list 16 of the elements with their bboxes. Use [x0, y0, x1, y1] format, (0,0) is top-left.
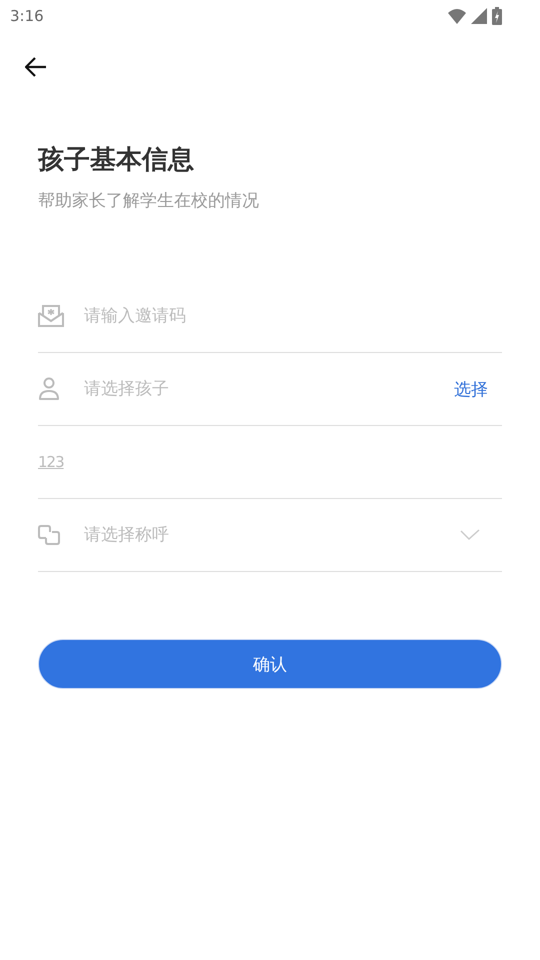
link-icon: [38, 525, 60, 545]
input-field[interactable]: 请选择孩子: [84, 379, 454, 399]
status-time: 3:16: [10, 7, 44, 25]
input-field[interactable]: 请选择称呼: [84, 525, 460, 545]
page-title: 孩子基本信息: [38, 144, 195, 177]
page-subtitle: 帮助家长了解学生在校的情况: [38, 190, 260, 213]
mail-icon: [38, 304, 64, 328]
signal-icon: [471, 8, 487, 24]
confirm-button[interactable]: 确认: [38, 639, 502, 689]
battery-icon: [492, 7, 502, 25]
person-icon: [38, 377, 60, 401]
number-icon: 123: [38, 453, 84, 471]
input-field[interactable]: 请输入邀请码: [84, 306, 502, 326]
wifi-icon: [448, 8, 466, 24]
select-link[interactable]: 选择: [454, 378, 502, 400]
back-icon[interactable]: [25, 57, 47, 77]
